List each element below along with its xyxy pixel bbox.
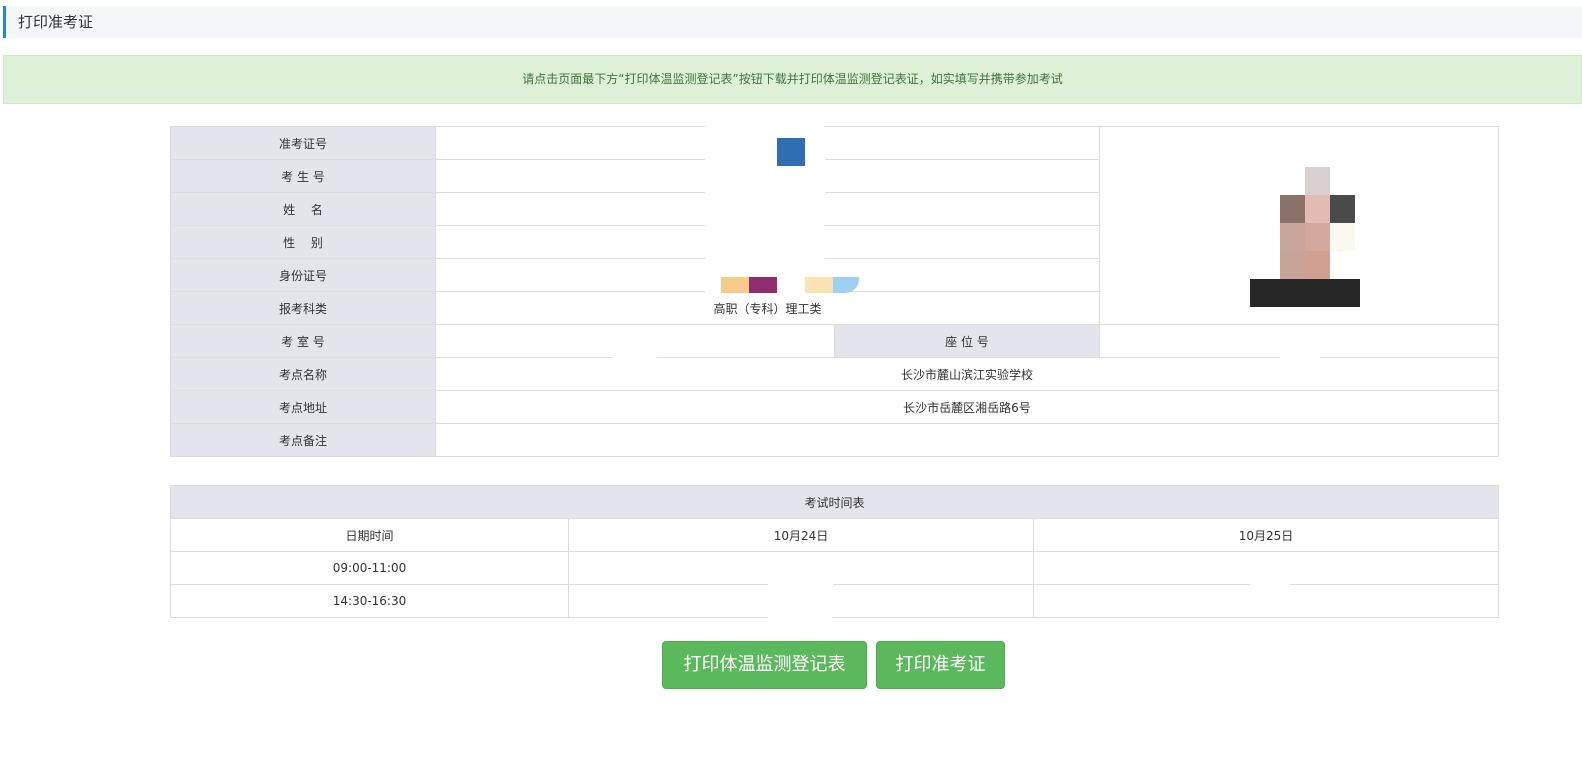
redaction-block [805,277,833,293]
redaction-mask [612,329,657,362]
row-site-remark: 考点备注 [170,423,1499,457]
label-room: 考 室 号 [170,324,436,358]
schedule-header-time: 日期时间 [170,518,569,552]
redaction-mask [705,110,825,300]
schedule-row-day2 [1032,584,1500,618]
page-header: 打印准考证 [3,6,1582,38]
label-site-name: 考点名称 [170,357,436,391]
print-temperature-form-button[interactable]: 打印体温监测登记表 [662,641,867,689]
schedule-row: 09:00-11:00 [170,551,1500,585]
row-ticket-no: 准考证号 [170,126,1499,325]
label-seat: 座 位 号 [834,324,1100,358]
schedule-title: 考试时间表 [169,485,1500,519]
label-site-remark: 考点备注 [170,423,436,457]
redaction-block [721,277,749,293]
redaction-block [749,277,777,293]
label-candidate-no: 考 生 号 [170,159,436,193]
notice-banner: 请点击页面最下方“打印体温监测登记表”按钮下载并打印体温监测登记表证，如实填写并… [3,55,1582,104]
row-site-address: 考点地址 长沙市岳麓区湘岳路6号 [170,390,1499,424]
exam-schedule-table: 考试时间表 日期时间 10月24日 10月25日 09:00-11:00 14:… [169,485,1500,618]
label-name: 姓 名 [170,192,436,226]
schedule-row-time: 09:00-11:00 [170,551,569,585]
schedule-title-row: 考试时间表 [169,485,1500,519]
value-site-remark [435,423,1499,457]
label-category: 报考科类 [170,291,436,325]
schedule-row: 14:30-16:30 [170,584,1500,618]
candidate-photo [1250,167,1360,307]
label-site-address: 考点地址 [170,390,436,424]
print-admission-ticket-button[interactable]: 打印准考证 [876,641,1005,689]
label-gender: 性 别 [170,225,436,259]
redaction-mask [768,553,833,619]
label-id-no: 身份证号 [170,258,436,292]
page-title: 打印准考证 [18,13,94,31]
redaction-mask [1250,553,1290,586]
label-ticket-no: 准考证号 [170,126,436,160]
redaction-block [777,138,805,166]
row-site-name: 考点名称 长沙市麓山滨江实验学校 [170,357,1499,391]
schedule-header-day2: 10月25日 [1032,518,1500,552]
schedule-header-day1: 10月24日 [568,518,1034,552]
value-site-address: 长沙市岳麓区湘岳路6号 [435,390,1499,424]
value-site-name: 长沙市麓山滨江实验学校 [435,357,1499,391]
schedule-header-row: 日期时间 10月24日 10月25日 [170,518,1500,552]
photo-cell [1099,126,1499,325]
schedule-row-time: 14:30-16:30 [170,584,569,618]
redaction-mask [1280,329,1320,362]
